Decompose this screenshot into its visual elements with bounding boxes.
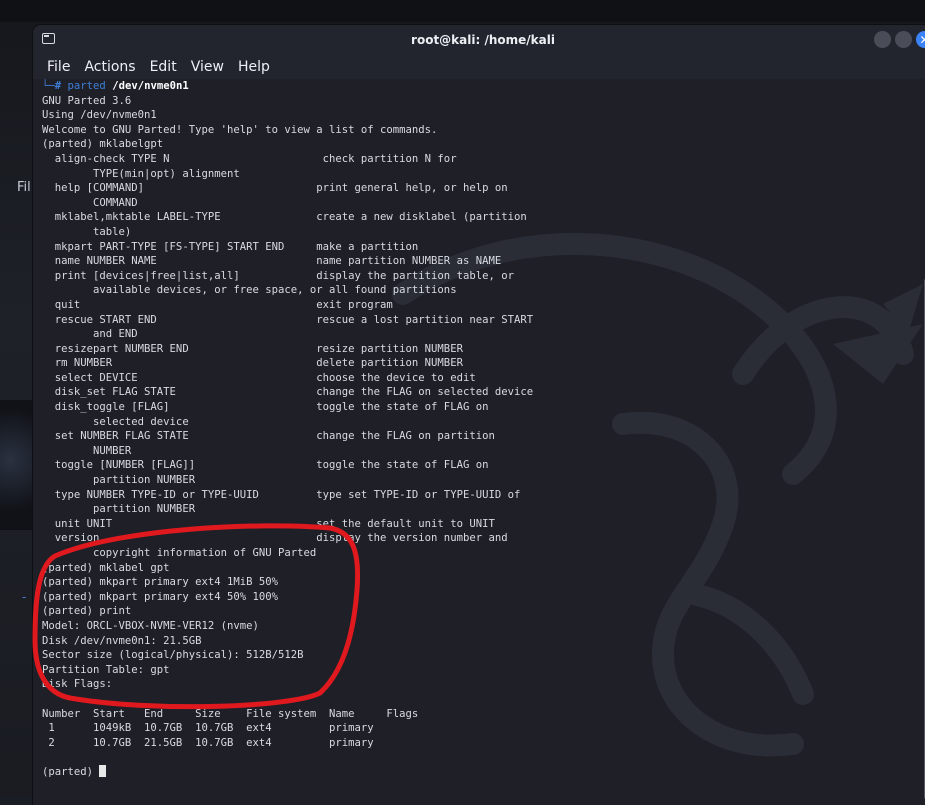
menu-bar: File Actions Edit View Help [33,55,925,79]
menu-view[interactable]: View [191,59,224,75]
terminal-line: Partition Table: gpt [42,663,170,676]
terminal-line: select DEVICE choose the device to edit [42,371,476,384]
terminal-line: and END [42,328,138,341]
terminal-line: unit UNIT set the default unit to UNIT [42,517,495,530]
terminal-line: Welcome to GNU Parted! Type 'help' to vi… [42,123,438,136]
minimize-button[interactable] [874,31,891,48]
desktop-top-panel [0,0,925,22]
prompt-arrow: └─ [42,80,55,92]
terminal-line: TYPE(min|opt) alignment [42,167,240,180]
terminal-line: 1 1049kB 10.7GB 10.7GB ext4 primary [42,722,374,735]
terminal-line: set NUMBER FLAG STATE change the FLAG on… [42,430,495,443]
terminal-line: table) [42,225,132,238]
prompt-line: └─# parted /dev/nvme0n1 [42,79,925,94]
current-prompt: (parted) [42,765,100,778]
terminal-lines: GNU Parted 3.6 Using /dev/nvme0n1 Welcome … [42,94,925,765]
menu-file[interactable]: File [47,59,70,75]
desktop-fragment-text: - [22,590,27,604]
terminal-line: partition NUMBER [42,474,196,487]
terminal-line: help [COMMAND] print general help, or he… [42,182,508,195]
terminal-line: (parted) mklabel gpt [42,561,170,574]
terminal-line: rm NUMBER delete partition NUMBER [42,357,463,370]
terminal-line: type NUMBER TYPE-ID or TYPE-UUID type se… [42,488,521,501]
window-title: root@kali: /home/kali [411,33,555,47]
desktop-fragment-text: Fil [17,180,31,195]
text-cursor [99,764,107,777]
close-button[interactable]: ✕ [916,31,925,48]
terminal-line: align-check TYPE N check partition N for [42,152,457,165]
terminal-line: resizepart NUMBER END resize partition N… [42,342,463,355]
terminal-output-area[interactable]: └─# parted /dev/nvme0n1 GNU Parted 3.6 Usi… [33,79,925,805]
terminal-line: mkpart PART-TYPE [FS-TYPE] START END mak… [42,240,419,253]
terminal-line: disk_set FLAG STATE change the FLAG on s… [42,386,534,399]
terminal-line: rescue START END rescue a lost partition… [42,313,534,326]
terminal-line: (parted) mkpart primary ext4 1MiB 50% [42,576,278,589]
terminal-line: Disk /dev/nvme0n1: 21.5GB [42,634,202,647]
terminal-line: mklabel,mktable LABEL-TYPE create a new … [42,211,527,224]
terminal-window: root@kali: /home/kali ✕ File Actions Edi… [33,25,925,805]
terminal-line: (parted) mklabelgpt [42,138,164,151]
window-controls: ✕ [874,31,925,48]
terminal-line: version display the version number and [42,532,508,545]
terminal-line: partition NUMBER [42,503,196,516]
terminal-line: (parted) print [42,605,132,618]
terminal-line: Disk Flags: [42,678,113,691]
terminal-line: GNU Parted 3.6 [42,94,132,107]
command-text: parted [67,80,113,92]
terminal-text: └─# parted /dev/nvme0n1 GNU Parted 3.6 Usi… [33,79,925,780]
terminal-line: name NUMBER NAME name partition NUMBER a… [42,255,502,268]
terminal-line: disk_toggle [FLAG] toggle the state of F… [42,401,489,414]
terminal-line: 2 10.7GB 21.5GB 10.7GB ext4 primary [42,736,374,749]
terminal-line: Model: ORCL-VBOX-NVME-VER12 (nvme) [42,619,259,632]
terminal-line: NUMBER [42,444,132,457]
close-icon: ✕ [919,32,925,47]
current-prompt-line[interactable]: (parted) [42,764,925,780]
menu-actions[interactable]: Actions [84,59,135,75]
terminal-line: (parted) mkpart primary ext4 50% 100% [42,590,278,603]
terminal-line: COMMAND [42,196,138,209]
maximize-button[interactable] [895,31,912,48]
terminal-line: copyright information of GNU Parted [42,547,317,559]
terminal-line: Number Start End Size File system Name F… [42,707,419,720]
title-bar[interactable]: root@kali: /home/kali ✕ [33,25,925,55]
desktop-background-art [0,400,34,530]
prompt-symbol: # [54,80,68,92]
terminal-line: Sector size (logical/physical): 512B/512… [42,649,304,662]
menu-help[interactable]: Help [238,59,270,75]
terminal-line: toggle [NUMBER [FLAG]] toggle the state … [42,459,489,472]
command-argument: /dev/nvme0n1 [112,80,189,92]
menu-edit[interactable]: Edit [150,59,177,75]
terminal-line: available devices, or free space, or all… [42,284,457,297]
terminal-line: print [devices|free|list,all] display th… [42,269,514,282]
terminal-line: selected device [42,415,189,428]
terminal-line: quit exit program [42,298,393,311]
terminal-line: Using /dev/nvme0n1 [42,109,157,122]
